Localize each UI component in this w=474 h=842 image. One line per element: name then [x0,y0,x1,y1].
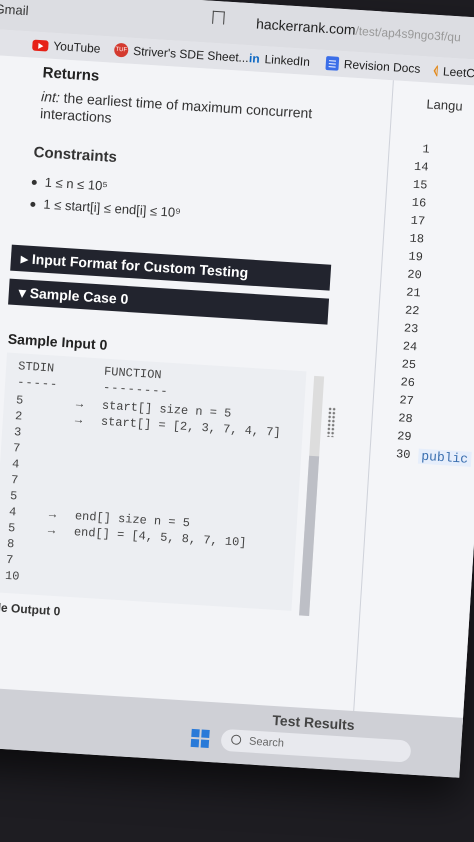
linkedin-icon: in [248,51,261,66]
bullet-icon [31,179,37,186]
constraint-text: 1 ≤ n ≤ 10⁵ [44,174,109,194]
line-number: 24 [402,339,418,355]
stdin-line: 5 [7,520,16,536]
sample-output-heading: Sample Output 0 [0,598,61,619]
function-header: FUNCTION [103,364,162,383]
bookmark-label: Striver's SDE Sheet... [132,43,250,66]
bookmark-leetcode[interactable]: ⦉ LeetCo [433,63,474,81]
constraint-text: 1 ≤ start[i] ≤ end[i] ≤ 10⁹ [42,196,182,221]
bookmark-striver[interactable]: TUF Striver's SDE Sheet... [113,42,250,66]
stdin-line: 10 [4,568,20,584]
returns-description: int: the earliest time of maximum concur… [40,88,342,141]
stdin-line: 7 [5,552,14,568]
youtube-icon [32,39,49,52]
search-placeholder: Search [248,735,285,750]
constraint-item: 1 ≤ start[i] ≤ end[i] ≤ 10⁹ [30,196,181,220]
constraints-heading: Constraints [33,143,118,167]
line-number: 26 [400,375,416,391]
arrow-icon: → [74,412,83,428]
line-number: 25 [401,357,417,373]
line-number: 29 [396,429,412,445]
stdin-divider: ----- [16,375,59,392]
sample-input-heading: Sample Input 0 [7,330,108,353]
return-type: int: [40,88,61,106]
line-number: 1 [421,142,431,157]
function-line: start[] = [2, 3, 7, 4, 7] [100,414,282,440]
bookmark-youtube[interactable]: YouTube [32,38,101,56]
stdin-line: 3 [13,425,22,440]
url-host: hackerrank.com [255,15,357,38]
stdin-line: 2 [14,409,23,424]
line-number: 30 [395,447,411,463]
return-desc: the earliest time of maximum concurrent … [39,89,313,126]
bookmark-label: YouTube [52,38,101,56]
sample-input-box: STDIN FUNCTION ----- -------- 5 2 3 7 4 … [0,352,307,611]
line-number: 28 [397,411,414,427]
gmail-bookmark[interactable]: Gmail [0,1,29,18]
taskbar-search[interactable]: Search [220,728,412,763]
stdin-line: 5 [9,489,18,504]
arrow-icon: → [75,396,84,412]
stdin-line: 7 [10,473,19,488]
bookmark-star-icon[interactable] [212,10,225,25]
problem-pane: Returns int: the earliest time of maximu… [0,53,393,719]
function-line: end[] = [4, 5, 8, 7, 10] [73,525,247,550]
line-number: 18 [409,231,425,247]
line-number: 20 [406,267,423,283]
code-keyword: public [417,448,472,467]
function-divider: -------- [102,380,169,399]
bullet-icon [30,201,36,208]
arrow-icon: → [47,523,56,538]
constraint-item: 1 ≤ n ≤ 10⁵ [31,174,108,194]
docs-icon [325,56,340,71]
url-path: /test/ap4s9ngo3f/qu [355,23,462,45]
problem-scrollbar-thumb[interactable] [299,455,320,617]
bookmark-linkedin[interactable]: in LinkedIn [249,51,311,69]
arrow-icon: → [48,507,57,522]
leetcode-icon: ⦉ [433,62,439,78]
line-number: 23 [403,321,419,337]
bookmark-revision-docs[interactable]: Revision Docs [325,56,421,76]
line-number: 16 [411,195,427,211]
monitor-screen: Gmail hackerrank.com/test/ap4s9ngo3f/qu … [0,0,474,778]
bookmark-label: Revision Docs [343,57,421,76]
pane-resize-handle[interactable] [326,406,337,438]
line-number: 19 [408,249,424,265]
search-icon [230,734,242,746]
bookmark-label: LeetCo [442,63,474,81]
stdin-line: 5 [15,393,24,408]
test-results-tab[interactable]: Test Results [272,712,355,733]
line-number: 27 [398,393,415,409]
line-number: 22 [404,303,420,319]
windows-start-icon[interactable] [190,728,210,748]
bookmark-label: LinkedIn [264,52,311,69]
line-number: 15 [412,177,428,193]
stdin-line: 4 [8,505,17,520]
stdin-header: STDIN [17,359,55,376]
line-number: 21 [405,285,422,301]
line-number: 14 [413,159,429,175]
language-selector[interactable]: Langu [426,96,463,113]
line-number: 17 [410,213,426,229]
stdin-line: 8 [6,536,15,552]
returns-heading: Returns [42,64,100,85]
striver-icon: TUF [113,42,129,58]
stdin-line: 4 [11,457,20,472]
stdin-line: 7 [12,441,21,456]
address-bar[interactable]: hackerrank.com/test/ap4s9ngo3f/qu [256,16,462,45]
